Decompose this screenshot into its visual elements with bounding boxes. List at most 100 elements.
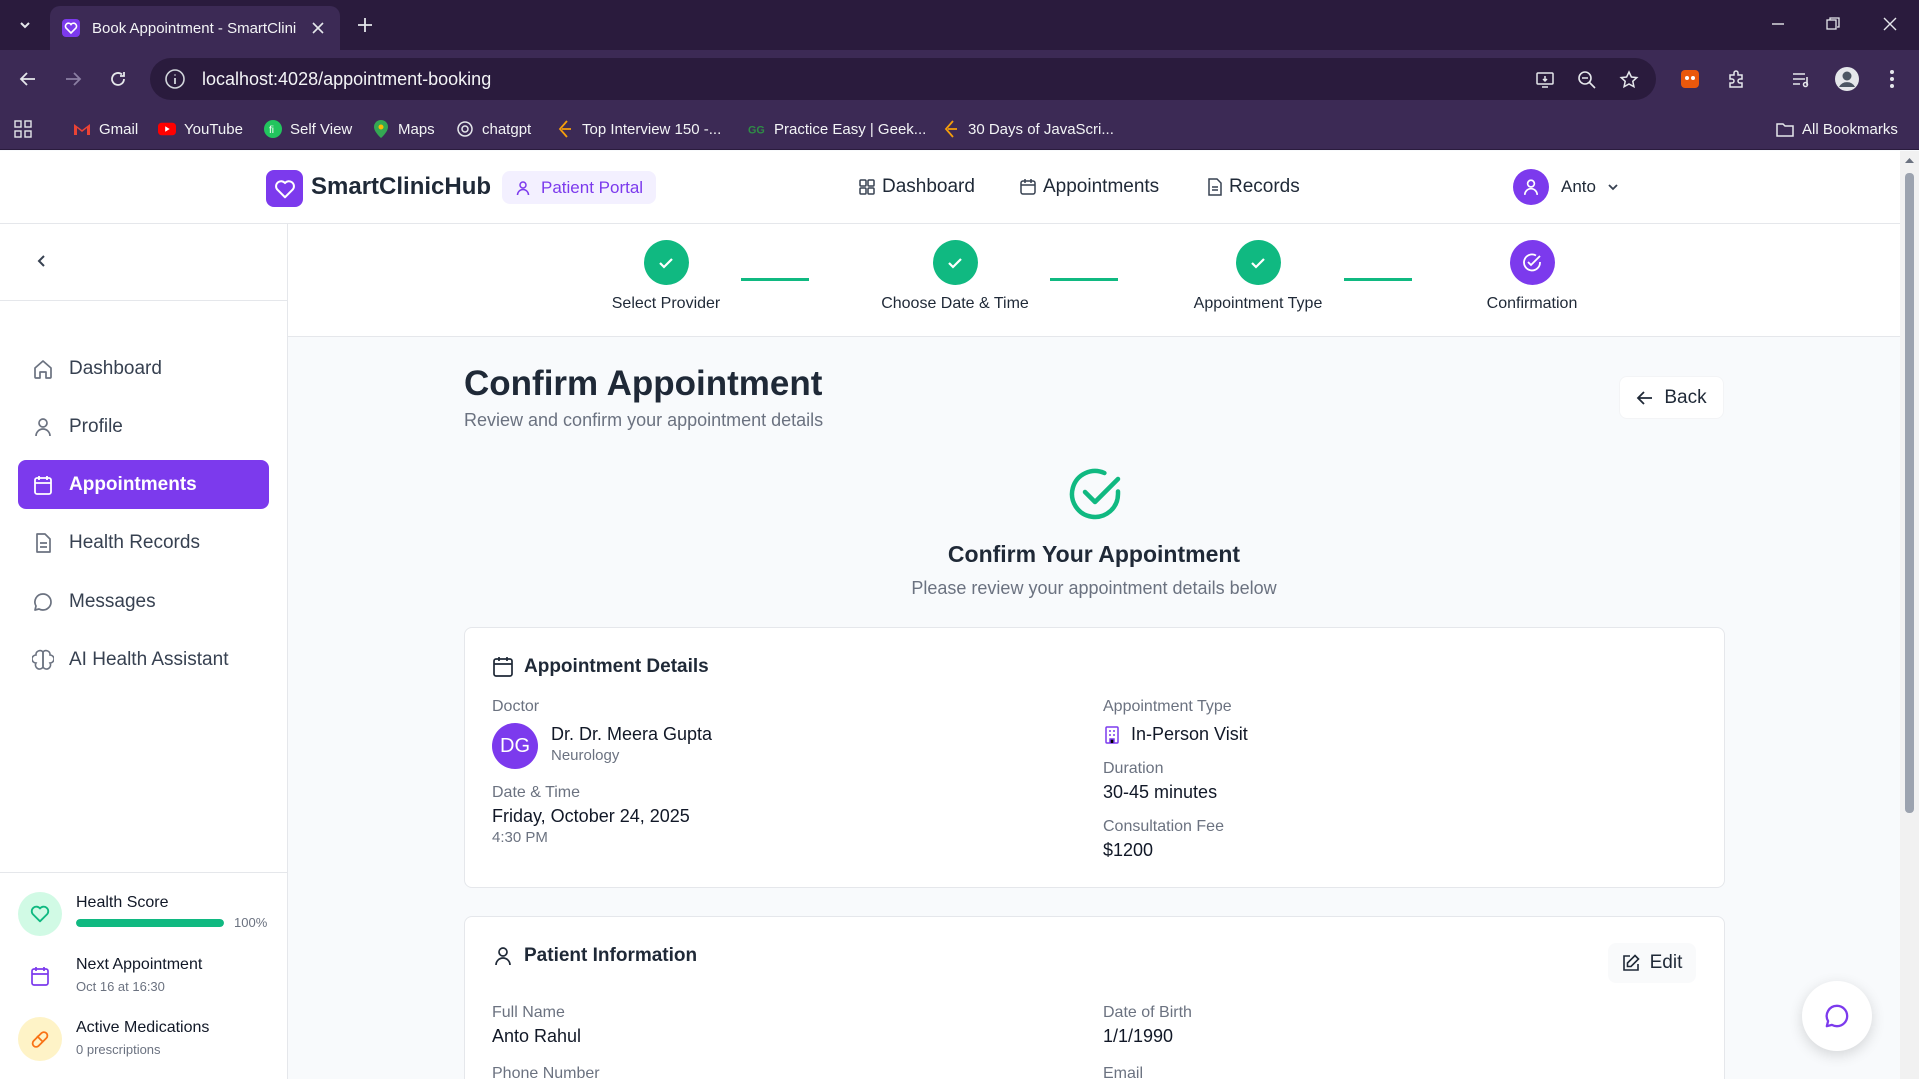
page-scrollbar[interactable]: [1900, 151, 1919, 1079]
chatgpt-icon: [456, 120, 474, 138]
dashboard-grid-icon: [859, 179, 875, 195]
restore-icon[interactable]: [1813, 8, 1853, 40]
browser-tab[interactable]: Book Appointment - SmartClini: [50, 6, 340, 50]
health-score-percent: 100%: [234, 915, 268, 930]
header-nav-records[interactable]: Records: [1207, 176, 1300, 198]
calendar-icon: [34, 475, 52, 495]
tab-close-icon[interactable]: [308, 18, 328, 38]
header-nav-appointments[interactable]: Appointments: [1019, 176, 1159, 198]
sidebar-item-messages[interactable]: Messages: [18, 577, 269, 626]
extension-fox-icon[interactable]: [1675, 64, 1705, 94]
calendar-icon: [18, 954, 62, 998]
dob-label: Date of Birth: [1103, 1004, 1192, 1021]
message-icon: [34, 592, 52, 611]
arrow-left-icon: [1637, 390, 1653, 405]
page-title: Confirm Appointment: [464, 364, 823, 403]
chevron-down-icon: [1608, 184, 1618, 191]
bookmark-30-days-js[interactable]: 30 Days of JavaScri...: [942, 116, 1114, 142]
health-score-bar-fill: [76, 919, 224, 927]
page-subtitle: Review and confirm your appointment deta…: [464, 410, 824, 430]
duration-label: Duration: [1103, 760, 1164, 777]
forward-arrow-icon[interactable]: [58, 64, 88, 94]
bookmark-maps[interactable]: Maps: [372, 116, 435, 142]
appointment-date: Friday, October 24, 2025: [492, 806, 690, 826]
user-icon: [35, 417, 51, 436]
new-tab-icon[interactable]: [352, 12, 378, 38]
step-select-provider[interactable]: Select Provider: [576, 240, 756, 313]
back-button[interactable]: Back: [1619, 376, 1724, 419]
heart-logo-icon[interactable]: [266, 170, 303, 207]
maps-icon: [372, 120, 390, 138]
sidebar-item-ai-health-assistant[interactable]: AI Health Assistant: [18, 635, 269, 684]
phone-label: Phone Number: [492, 1065, 600, 1079]
user-icon: [495, 947, 511, 966]
step-choose-date-time[interactable]: Choose Date & Time: [865, 240, 1045, 313]
edit-patient-button[interactable]: Edit: [1608, 943, 1696, 983]
sidebar-item-appointments[interactable]: Appointments: [18, 460, 269, 509]
brand-name[interactable]: SmartClinicHub: [311, 173, 491, 201]
collapse-sidebar-icon[interactable]: [30, 249, 54, 273]
check-icon: [1235, 240, 1281, 285]
appointment-details-card: Appointment Details Doctor DG Dr. Dr. Me…: [464, 627, 1725, 888]
sidebar-item-dashboard[interactable]: Dashboard: [18, 344, 269, 393]
site-info-icon[interactable]: [164, 68, 186, 90]
appointment-details-heading: Appointment Details: [492, 656, 709, 678]
sidebar-divider: [0, 872, 287, 873]
calendar-icon: [1020, 179, 1036, 195]
header-nav-dashboard[interactable]: Dashboard: [858, 176, 975, 198]
health-score-title: Health Score: [76, 894, 169, 911]
health-score-bar: [76, 919, 224, 927]
sidebar-item-profile[interactable]: Profile: [18, 402, 269, 451]
scroll-up-icon[interactable]: [1904, 155, 1915, 166]
patient-portal-badge: Patient Portal: [502, 171, 657, 204]
reload-icon[interactable]: [103, 64, 133, 94]
bookmark-gmail[interactable]: Gmail: [73, 116, 138, 142]
sidebar-item-health-records[interactable]: Health Records: [18, 518, 269, 567]
bookmark-star-icon[interactable]: [1616, 67, 1642, 93]
chat-assistant-button[interactable]: [1802, 981, 1872, 1051]
confirm-subheading: Please review your appointment details b…: [911, 578, 1277, 598]
next-appointment-widget[interactable]: Next Appointment Oct 16 at 16:30: [18, 952, 270, 1002]
bookmark-youtube[interactable]: YouTube: [158, 116, 243, 142]
appointment-time: 4:30 PM: [492, 829, 548, 846]
profile-avatar-icon[interactable]: [1832, 64, 1862, 94]
step-appointment-type[interactable]: Appointment Type: [1168, 240, 1348, 313]
tab-search-chevron-icon[interactable]: [10, 10, 40, 40]
active-medications-widget[interactable]: Active Medications 0 prescriptions: [18, 1015, 270, 1065]
user-menu[interactable]: Anto: [1513, 169, 1620, 205]
confirm-heading: Confirm Your Appointment: [947, 541, 1241, 567]
close-window-icon[interactable]: [1870, 8, 1910, 40]
next-appointment-sub: Oct 16 at 16:30: [76, 979, 165, 994]
bookmark-self-view[interactable]: fi Self View: [264, 116, 352, 142]
svg-text:GG: GG: [748, 125, 765, 137]
app-header: SmartClinicHub Patient Portal Dashboard …: [0, 151, 1900, 224]
zoom-icon[interactable]: [1574, 67, 1600, 93]
all-bookmarks[interactable]: All Bookmarks: [1776, 116, 1898, 142]
bookmark-chatgpt[interactable]: chatgpt: [456, 116, 531, 142]
step-connector: [1050, 278, 1118, 281]
user-name: Anto: [1561, 177, 1596, 196]
user-avatar: [1513, 169, 1549, 205]
home-icon: [34, 359, 52, 379]
folder-icon: [1776, 120, 1794, 138]
leetcode-icon: [556, 120, 574, 138]
bookmark-top-interview[interactable]: Top Interview 150 -...: [556, 116, 721, 142]
media-controls-icon[interactable]: [1786, 64, 1816, 94]
building-icon: [1105, 725, 1119, 744]
apps-grid-icon[interactable]: [14, 116, 32, 142]
user-icon: [516, 180, 530, 195]
step-confirmation[interactable]: Confirmation: [1442, 240, 1622, 313]
back-arrow-icon[interactable]: [13, 64, 43, 94]
install-app-icon[interactable]: [1532, 67, 1558, 93]
pill-icon: [18, 1017, 62, 1061]
bookmark-geeks[interactable]: GG Practice Easy | Geek...: [748, 116, 926, 142]
calendar-icon: [493, 657, 513, 677]
address-bar[interactable]: localhost:4028/appointment-booking: [150, 58, 1656, 100]
booking-stepper: Select Provider Choose Date & Time Appoi…: [288, 224, 1900, 337]
url-text: localhost:4028/appointment-booking: [202, 68, 492, 89]
leetcode-icon: [942, 120, 960, 138]
minimize-icon[interactable]: [1758, 8, 1798, 40]
extensions-puzzle-icon[interactable]: [1721, 64, 1751, 94]
scroll-thumb[interactable]: [1905, 173, 1914, 813]
browser-menu-icon[interactable]: [1877, 64, 1907, 94]
